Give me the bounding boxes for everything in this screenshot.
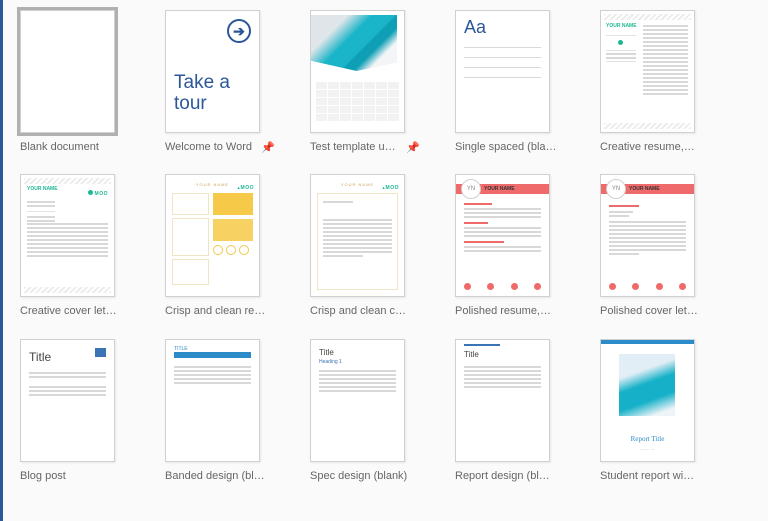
template-label: Single spaced (bla… <box>455 140 565 154</box>
thumbnail-image <box>619 354 675 416</box>
thumbnail-subtitle: Heading 1 <box>319 359 342 365</box>
thumbnail[interactable]: ➔ Take a tour <box>165 10 260 133</box>
template-label: Blog post <box>20 469 130 483</box>
template-label: Creative resume,… <box>600 140 710 154</box>
template-label: Welcome to Word <box>165 140 255 154</box>
thumbnail[interactable]: Aa <box>455 10 550 133</box>
template-crisp-clean-cover[interactable]: YOUR NAME ▲MOO Crisp and clean c… <box>310 174 455 318</box>
pin-icon[interactable]: 📌 <box>406 141 420 154</box>
thumbnail[interactable]: YOUR NAME ▲MOO <box>165 174 260 297</box>
template-label: Crisp and clean re… <box>165 304 275 318</box>
template-student-report[interactable]: Report Title — — — Student report wi… <box>600 339 745 483</box>
thumbnail[interactable]: YN YOUR NAME <box>600 174 695 297</box>
icon-row <box>609 283 686 290</box>
template-single-spaced[interactable]: Aa Single spaced (bla… <box>455 10 600 154</box>
thumbnail[interactable]: Title Heading 1 <box>310 339 405 462</box>
logo-text: MOO <box>241 185 254 191</box>
thumbnail[interactable]: Title <box>20 339 115 462</box>
template-polished-cover-letter[interactable]: YN YOUR NAME Polished cover let… <box>600 174 745 318</box>
thumbnail[interactable]: TITLE <box>165 339 260 462</box>
pin-icon[interactable]: 📌 <box>261 141 275 154</box>
arrow-right-icon: ➔ <box>227 19 251 43</box>
thumbnail[interactable]: Title <box>455 339 550 462</box>
thumbnail-text: Take a tour <box>174 73 230 115</box>
thumbnail[interactable]: YN YOUR NAME <box>455 174 550 297</box>
template-banded-design[interactable]: TITLE Banded design (bl… <box>165 339 310 483</box>
template-creative-cover-letter[interactable]: YOUR NAME MOO Creative cover let… <box>20 174 165 318</box>
avatar-circle: YN <box>606 179 626 199</box>
thumbnail[interactable] <box>20 10 115 133</box>
thumbnail-name: YOUR NAME <box>606 23 637 29</box>
thumbnail-caption: Report Title <box>601 435 694 443</box>
thumbnail-title: Title <box>29 350 51 364</box>
thumbnail[interactable]: YOUR NAME ▲MOO <box>310 174 405 297</box>
template-label: Test template use… <box>310 140 400 154</box>
template-creative-resume[interactable]: YOUR NAME Creative resume,… <box>600 10 745 154</box>
thumbnail-text: Aa <box>464 17 486 38</box>
template-label: Blank document <box>20 140 130 154</box>
logo-text: MOO <box>95 191 108 197</box>
template-welcome-to-word[interactable]: ➔ Take a tour Welcome to Word 📌 <box>165 10 310 154</box>
thumbnail-name: YOUR NAME <box>27 186 58 192</box>
template-label: Banded design (bl… <box>165 469 275 483</box>
thumbnail[interactable] <box>310 10 405 133</box>
thumbnail[interactable]: YOUR NAME <box>600 10 695 133</box>
thumbnail-subcaption: — — — <box>601 446 694 451</box>
template-crisp-clean-resume[interactable]: YOUR NAME ▲MOO Crisp and clean re… <box>165 174 310 318</box>
logo-text: MOO <box>386 185 399 191</box>
template-polished-resume[interactable]: YN YOUR NAME Polished resume,… <box>455 174 600 318</box>
template-gallery: Blank document ➔ Take a tour Welcome to … <box>20 10 745 483</box>
calendar-icon <box>316 82 399 128</box>
template-blog-post[interactable]: Title Blog post <box>20 339 165 483</box>
template-label: Creative cover let… <box>20 304 130 318</box>
template-label: Spec design (blank) <box>310 469 420 483</box>
avatar-circle: YN <box>461 179 481 199</box>
template-report-design[interactable]: Title Report design (bl… <box>455 339 600 483</box>
template-label: Crisp and clean c… <box>310 304 420 318</box>
image-placeholder-icon <box>95 348 106 357</box>
template-label: Report design (bl… <box>455 469 565 483</box>
thumbnail-title: Title <box>464 350 479 359</box>
template-label: Student report wi… <box>600 469 710 483</box>
app-sidebar <box>0 0 3 521</box>
thumbnail[interactable]: YOUR NAME MOO <box>20 174 115 297</box>
template-label: Polished cover let… <box>600 304 710 318</box>
template-label: Polished resume,… <box>455 304 565 318</box>
thumbnail-name: YOUR NAME <box>484 186 515 192</box>
thumbnail[interactable]: Report Title — — — <box>600 339 695 462</box>
icon-row <box>464 283 541 290</box>
thumbnail-image <box>310 15 397 71</box>
template-blank-document[interactable]: Blank document <box>20 10 165 154</box>
thumbnail-title: Title <box>319 348 334 357</box>
thumbnail-name: YOUR NAME <box>629 186 660 192</box>
template-test-template[interactable]: Test template use… 📌 <box>310 10 455 154</box>
template-spec-design[interactable]: Title Heading 1 Spec design (blank) <box>310 339 455 483</box>
